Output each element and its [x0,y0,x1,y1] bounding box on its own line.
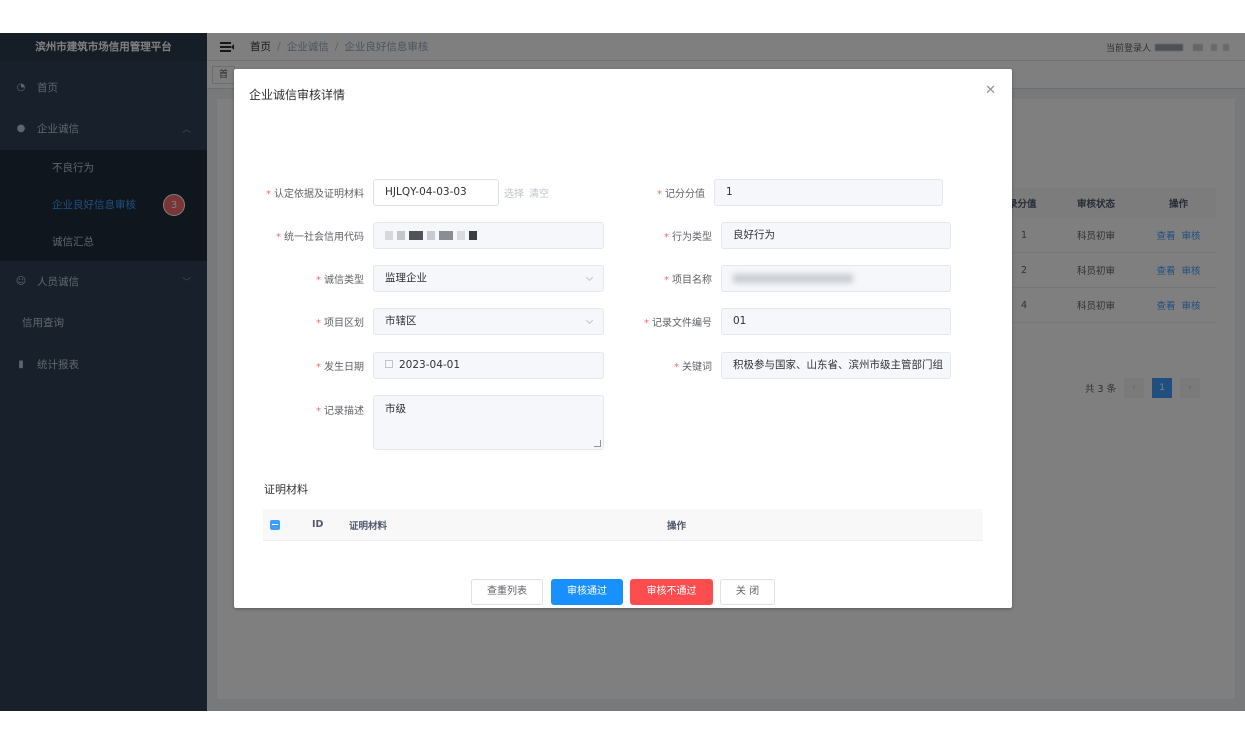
field-doc-no: * 记录文件编号 01 [644,308,951,335]
doc-no-input[interactable]: 01 [721,308,951,335]
dialog-title: 企业诚信审核详情 [249,88,346,102]
close-button[interactable]: 关 闭 [720,579,775,605]
date-value: 2023-04-01 [399,359,461,371]
description-textarea[interactable]: 市级 [373,395,604,450]
column-header: ID [312,519,324,530]
field-label: * 认定依据及证明材料 [266,189,364,200]
field-keywords: * 关键词 积极参与国家、山东省、滨州市级主管部门组 [644,352,951,379]
calendar-icon [385,360,393,368]
field-label: * 项目区划 [316,318,364,329]
select-all-checkbox[interactable] [270,519,280,530]
behavior-type-input[interactable]: 良好行为 [721,222,951,249]
field-label: * 诚信类型 [316,275,364,286]
materials-table: ID 证明材料 操作 [263,509,983,541]
credit-code-input[interactable] [373,222,604,249]
credit-type-select[interactable]: 监理企业 [373,265,604,292]
select-link[interactable]: 选择 [504,185,524,200]
field-behavior-type: * 行为类型 良好行为 [644,222,951,249]
field-label: * 记分分值 [657,189,705,200]
audit-detail-dialog: 企业诚信审核详情 ✕ * 认定依据及证明材料 HJLQY-04-03-03 选择 … [234,69,1012,608]
field-label: * 关键词 [674,362,712,373]
close-icon[interactable]: ✕ [985,83,996,98]
check-duplicates-button[interactable]: 查重列表 [471,579,543,605]
reject-button[interactable]: 审核不通过 [630,579,713,605]
project-name-input[interactable] [721,265,951,292]
column-header: 证明材料 [349,520,388,532]
region-select[interactable]: 市辖区 [373,308,604,335]
approve-button[interactable]: 审核通过 [551,579,623,605]
field-region: * 项目区划 市辖区 [234,308,604,335]
app-frame: 滨州市建筑市场信用管理平台 ◔ 首页 ● 企业诚信 ︿ 不良行为 企业良好信息审… [0,33,1245,711]
field-score: * 记分分值 1 [644,179,943,206]
field-label: * 记录文件编号 [644,318,712,329]
table-header: ID 证明材料 操作 [263,509,983,541]
field-project-name: * 项目名称 [644,265,951,292]
score-input[interactable]: 1 [714,179,943,206]
field-description: * 记录描述 市级 [234,395,604,450]
field-credit-type: * 诚信类型 监理企业 [234,265,604,292]
date-picker[interactable]: 2023-04-01 [373,352,604,379]
field-label: * 记录描述 [316,406,364,417]
basis-input[interactable]: HJLQY-04-03-03 [373,179,499,206]
field-date: * 发生日期 2023-04-01 [234,352,604,379]
field-basis: * 认定依据及证明材料 HJLQY-04-03-03 选择 清空 [234,179,549,206]
field-credit-code: * 统一社会信用代码 [234,222,604,249]
column-header: 操作 [667,520,687,532]
field-label: * 统一社会信用代码 [276,232,364,243]
field-label: * 发生日期 [316,362,364,373]
materials-title: 证明材料 [264,483,308,496]
keywords-input[interactable]: 积极参与国家、山东省、滨州市级主管部门组 [721,352,951,379]
clear-link[interactable]: 清空 [529,185,549,200]
field-label: * 项目名称 [664,275,712,286]
field-label: * 行为类型 [664,232,712,243]
